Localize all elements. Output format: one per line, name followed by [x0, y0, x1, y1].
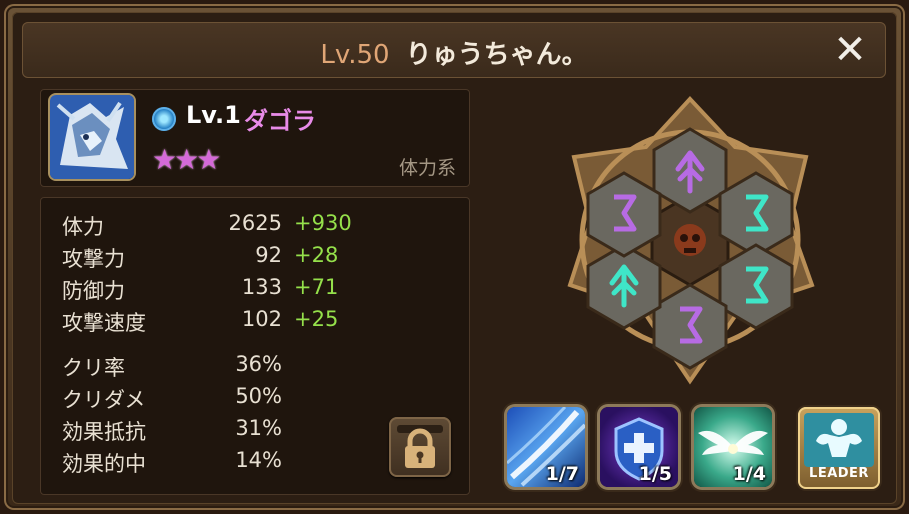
- monster-portrait[interactable]: [50, 95, 134, 179]
- skull-emblem-icon: [674, 224, 706, 256]
- dragon-portrait-icon: [50, 95, 134, 179]
- padlock-icon: [397, 425, 443, 468]
- substat-value: 36%: [235, 352, 282, 376]
- dialog-title: Lv.50 りゅうちゃん。: [22, 34, 886, 71]
- stat-bonus: +25: [294, 307, 339, 331]
- monster-name: ダゴラ: [244, 107, 316, 135]
- substat-value: 14%: [235, 448, 282, 472]
- stat-value: 92: [255, 243, 282, 267]
- substat-label: 効果抵抗: [62, 420, 146, 444]
- leader-skill-button[interactable]: LEADER: [798, 407, 880, 489]
- monster-level: Lv.1: [186, 101, 241, 129]
- skill-level: 1/5: [638, 463, 672, 485]
- close-icon[interactable]: ✕: [832, 30, 868, 70]
- stat-bonus: +71: [294, 275, 339, 299]
- stats-panel: 体力 2625 +930 攻撃力 92 +28 防御力 133 +71 攻撃速度…: [40, 197, 470, 495]
- skill-2-button[interactable]: 1/5: [600, 407, 678, 487]
- stat-value: 2625: [228, 211, 282, 235]
- stat-label: 攻撃速度: [62, 311, 146, 335]
- rune-board: [567, 96, 815, 385]
- monster-type: 体力系: [398, 157, 456, 179]
- stat-bonus: +28: [294, 243, 339, 267]
- leader-label: LEADER: [809, 466, 869, 481]
- stat-label: 防御力: [62, 279, 125, 303]
- substat-label: クリダメ: [62, 388, 146, 412]
- stat-value: 102: [241, 307, 282, 331]
- monster-card: Lv.1 ダゴラ ★★★ 体力系: [40, 89, 470, 187]
- substat-label: 効果的中: [62, 452, 146, 476]
- lock-button[interactable]: [389, 417, 451, 477]
- stat-bonus: +930: [294, 211, 352, 235]
- player-name: りゅうちゃん。: [405, 40, 588, 70]
- substat-label: クリ率: [62, 356, 125, 380]
- skill-level: 1/4: [732, 463, 766, 485]
- stat-label: 体力: [62, 215, 104, 239]
- skill-1-button[interactable]: 1/7: [507, 407, 585, 487]
- substat-value: 31%: [235, 416, 282, 440]
- water-element-icon: [152, 107, 176, 131]
- substat-value: 50%: [235, 384, 282, 408]
- player-level: Lv.50: [320, 40, 390, 70]
- stat-value: 133: [241, 275, 282, 299]
- skill-level: 1/7: [545, 463, 579, 485]
- title-bar: Lv.50 りゅうちゃん。 ✕: [22, 22, 886, 78]
- star-rating: ★★★: [152, 143, 221, 176]
- stat-label: 攻撃力: [62, 247, 125, 271]
- skill-3-button[interactable]: 1/4: [694, 407, 772, 487]
